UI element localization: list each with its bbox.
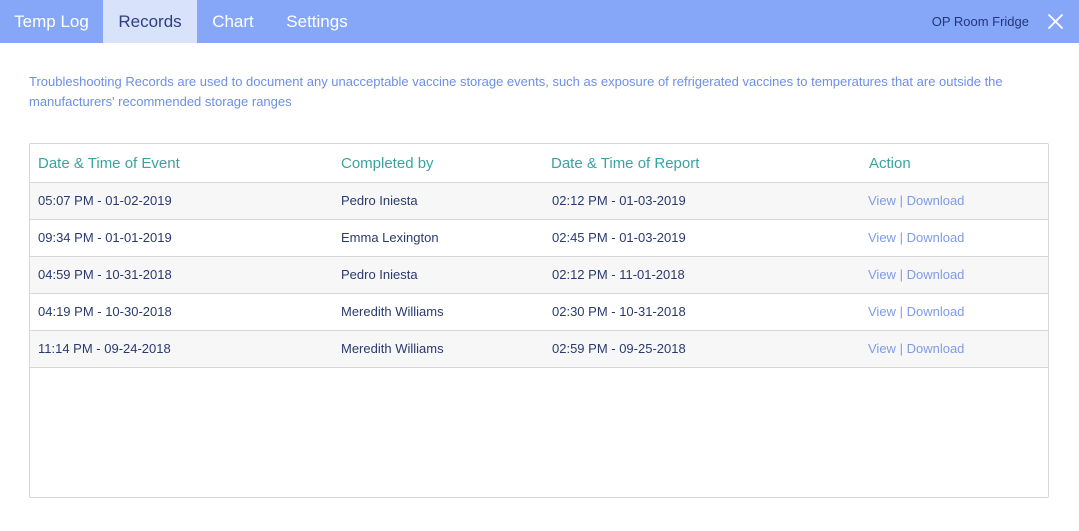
download-link[interactable]: Download [907, 230, 965, 245]
view-link[interactable]: View [868, 267, 896, 282]
tab-records[interactable]: Records [103, 0, 197, 43]
cell-completed-by: Pedro Iniesta [341, 193, 418, 208]
cell-report-time: 02:12 PM - 01-03-2019 [552, 193, 686, 208]
cell-event-time: 11:14 PM - 09-24-2018 [38, 341, 171, 356]
action-separator: | [899, 304, 903, 319]
download-link[interactable]: Download [907, 304, 965, 319]
table-row: 05:07 PM - 01-02-2019 Pedro Iniesta 02:1… [30, 183, 1048, 220]
cell-action: View | Download [868, 257, 964, 293]
cell-report-time: 02:12 PM - 11-01-2018 [552, 267, 685, 282]
records-table: Date & Time of Event Completed by Date &… [29, 143, 1049, 498]
header-completed-by: Completed by [341, 155, 434, 172]
download-link[interactable]: Download [907, 267, 965, 282]
cell-completed-by: Meredith Williams [341, 341, 444, 356]
view-link[interactable]: View [868, 230, 896, 245]
cell-event-time: 05:07 PM - 01-02-2019 [38, 193, 172, 208]
table-row: 09:34 PM - 01-01-2019 Emma Lexington 02:… [30, 220, 1048, 257]
close-icon [1048, 14, 1063, 29]
cell-action: View | Download [868, 294, 964, 330]
action-separator: | [899, 267, 903, 282]
top-nav-bar: Temp Log Records Chart Settings OP Room … [0, 0, 1079, 43]
action-separator: | [899, 230, 903, 245]
action-separator: | [899, 193, 903, 208]
cell-event-time: 04:19 PM - 10-30-2018 [38, 304, 172, 319]
table-header: Date & Time of Event Completed by Date &… [30, 144, 1048, 183]
cell-action: View | Download [868, 331, 964, 367]
cell-completed-by: Meredith Williams [341, 304, 444, 319]
cell-action: View | Download [868, 183, 964, 219]
close-button[interactable] [1046, 12, 1065, 31]
header-event-time: Date & Time of Event [38, 155, 180, 172]
cell-completed-by: Emma Lexington [341, 230, 439, 245]
view-link[interactable]: View [868, 341, 896, 356]
view-link[interactable]: View [868, 193, 896, 208]
download-link[interactable]: Download [907, 341, 965, 356]
cell-event-time: 09:34 PM - 01-01-2019 [38, 230, 172, 245]
header-action: Action [869, 155, 911, 172]
download-link[interactable]: Download [907, 193, 965, 208]
tab-temp-log[interactable]: Temp Log [0, 0, 103, 43]
tab-chart[interactable]: Chart [197, 0, 269, 43]
table-row: 04:59 PM - 10-31-2018 Pedro Iniesta 02:1… [30, 257, 1048, 294]
records-description: Troubleshooting Records are used to docu… [29, 74, 1003, 109]
device-name: OP Room Fridge [931, 14, 1029, 29]
action-separator: | [899, 341, 903, 356]
cell-report-time: 02:30 PM - 10-31-2018 [552, 304, 686, 319]
header-report-time: Date & Time of Report [551, 155, 700, 172]
cell-event-time: 04:59 PM - 10-31-2018 [38, 267, 172, 282]
tab-settings[interactable]: Settings [269, 0, 365, 43]
table-row: 04:19 PM - 10-30-2018 Meredith Williams … [30, 294, 1048, 331]
cell-action: View | Download [868, 220, 964, 256]
cell-report-time: 02:59 PM - 09-25-2018 [552, 341, 686, 356]
view-link[interactable]: View [868, 304, 896, 319]
cell-completed-by: Pedro Iniesta [341, 267, 418, 282]
table-row: 11:14 PM - 09-24-2018 Meredith Williams … [30, 331, 1048, 368]
cell-report-time: 02:45 PM - 01-03-2019 [552, 230, 686, 245]
